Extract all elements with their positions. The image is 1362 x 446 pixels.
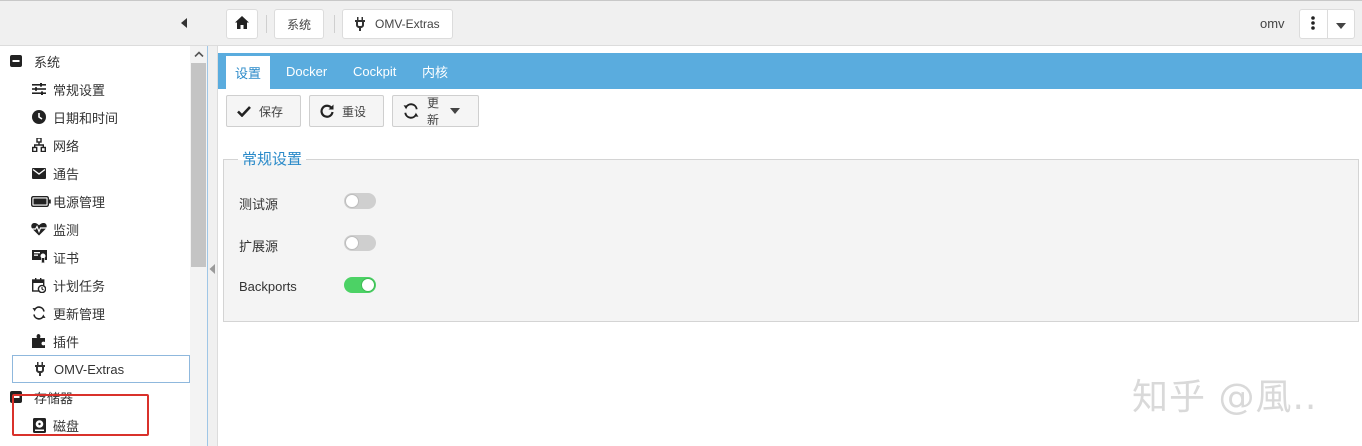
breadcrumb-label: OMV-Extras — [375, 17, 440, 31]
sidebar-item-label: 证书 — [53, 250, 80, 266]
collapse-left-icon[interactable] — [209, 262, 216, 277]
tab-label: Docker — [286, 63, 328, 79]
tab-settings[interactable]: 设置 — [226, 53, 271, 89]
tab-label: 设置 — [235, 66, 262, 81]
sidebar-item-scheduled-tasks[interactable]: 计划任务 — [0, 271, 190, 299]
save-button[interactable]: 保存 — [226, 95, 301, 127]
sidebar-item-label: 日期和时间 — [53, 110, 119, 126]
sidebar-item-notification[interactable]: 通告 — [0, 159, 190, 187]
tab-docker[interactable]: Docker — [286, 53, 327, 89]
envelope-icon — [31, 165, 47, 181]
battery-icon — [31, 193, 51, 209]
minus-square-icon[interactable] — [8, 53, 24, 69]
breadcrumb-divider — [334, 15, 335, 33]
testing-repo-toggle[interactable] — [344, 193, 376, 209]
more-options-button[interactable] — [1300, 10, 1328, 38]
refresh-icon — [31, 305, 47, 321]
toolbar: 保存 重设 更新 — [218, 89, 1362, 133]
nav-group-label: 系统 — [34, 54, 61, 70]
update-button-label: 更新 — [427, 96, 440, 127]
highlight-annotation — [12, 394, 149, 436]
tab-cockpit[interactable]: Cockpit — [353, 53, 396, 89]
sidebar-item-general-settings[interactable]: 常规设置 — [0, 75, 190, 103]
watermark: 知乎 @風.. — [1132, 377, 1318, 418]
plug-icon — [355, 17, 365, 31]
refresh-icon — [403, 103, 427, 119]
update-dropdown-button[interactable]: 更新 — [392, 95, 479, 127]
vertical-ellipsis-icon — [1311, 15, 1316, 33]
tab-bar: 设置 Docker Cockpit 内核 — [218, 53, 1362, 89]
caret-down-icon — [450, 108, 468, 114]
toggle-knob — [345, 194, 359, 208]
general-settings-fieldset — [223, 159, 1359, 322]
breadcrumb-system[interactable]: 系统 — [274, 9, 325, 39]
sidebar-item-monitoring[interactable]: 监测 — [0, 215, 190, 243]
sidebar-item-label: 常规设置 — [53, 82, 106, 98]
navigation-sidebar: 系统 常规设置 日期和时间 网络 通告 电源管理 监测 证书 计划任务 更新管理… — [0, 46, 208, 446]
tab-label: 内核 — [422, 64, 449, 80]
tab-label: Cockpit — [353, 63, 397, 79]
sidebar-item-omv-extras[interactable]: OMV-Extras — [12, 355, 190, 383]
field-label-testing-repo: 测试源 — [239, 197, 279, 212]
sidebar-scrollbar[interactable] — [190, 46, 207, 446]
sidebar-item-power-management[interactable]: 电源管理 — [0, 187, 190, 215]
extras-repo-toggle[interactable] — [344, 235, 376, 251]
backports-toggle[interactable] — [344, 277, 376, 293]
calendar-clock-icon — [31, 277, 47, 293]
network-icon — [31, 137, 47, 153]
rotate-icon — [320, 104, 342, 118]
sidebar-item-label: 插件 — [53, 334, 80, 350]
breadcrumb-divider — [266, 15, 267, 33]
plug-icon — [32, 361, 48, 377]
home-icon — [235, 16, 249, 32]
sidebar-item-label: 监测 — [53, 222, 80, 238]
reset-button-label: 重设 — [342, 104, 367, 119]
sidebar-item-label: 电源管理 — [53, 194, 106, 210]
home-button[interactable] — [226, 9, 258, 39]
caret-down-icon — [1335, 17, 1346, 32]
heartbeat-icon — [31, 221, 47, 237]
sidebar-item-label: 计划任务 — [53, 278, 106, 294]
tab-kernel[interactable]: 内核 — [422, 53, 448, 89]
sidebar-item-plugins[interactable]: 插件 — [0, 327, 190, 355]
field-label-backports: Backports — [239, 279, 297, 294]
sliders-icon — [31, 81, 47, 97]
sidebar-item-certificates[interactable]: 证书 — [0, 243, 190, 271]
puzzle-icon — [31, 333, 47, 349]
sidebar-item-label: 网络 — [53, 138, 80, 154]
user-dropdown-button[interactable] — [1328, 10, 1355, 38]
username: omv — [1260, 16, 1285, 31]
breadcrumb-omv-extras[interactable]: OMV-Extras — [342, 9, 453, 39]
fieldset-legend: 常规设置 — [238, 150, 307, 170]
collapse-sidebar-icon[interactable] — [176, 15, 192, 31]
sidebar-item-update-management[interactable]: 更新管理 — [0, 299, 190, 327]
top-bar: 系统 OMV-Extras omv — [0, 0, 1362, 46]
sidebar-item-label: 更新管理 — [53, 306, 106, 322]
save-button-label: 保存 — [259, 104, 284, 119]
sidebar-item-label: 通告 — [53, 166, 80, 182]
sidebar-item-label: OMV-Extras — [54, 361, 125, 377]
nav-group-system[interactable]: 系统 — [0, 47, 190, 75]
panel-splitter[interactable] — [208, 46, 218, 446]
breadcrumb-label: 系统 — [287, 17, 312, 32]
certificate-icon — [31, 249, 47, 265]
clock-icon — [31, 109, 47, 125]
check-icon — [237, 105, 259, 117]
field-label-extras-repo: 扩展源 — [239, 239, 279, 254]
user-menu — [1299, 9, 1355, 39]
reset-button[interactable]: 重设 — [309, 95, 384, 127]
scrollbar-thumb[interactable] — [191, 63, 206, 267]
toggle-knob — [361, 278, 375, 292]
sidebar-item-network[interactable]: 网络 — [0, 131, 190, 159]
sidebar-item-date-time[interactable]: 日期和时间 — [0, 103, 190, 131]
scroll-up-icon[interactable] — [190, 46, 207, 62]
toggle-knob — [345, 236, 359, 250]
